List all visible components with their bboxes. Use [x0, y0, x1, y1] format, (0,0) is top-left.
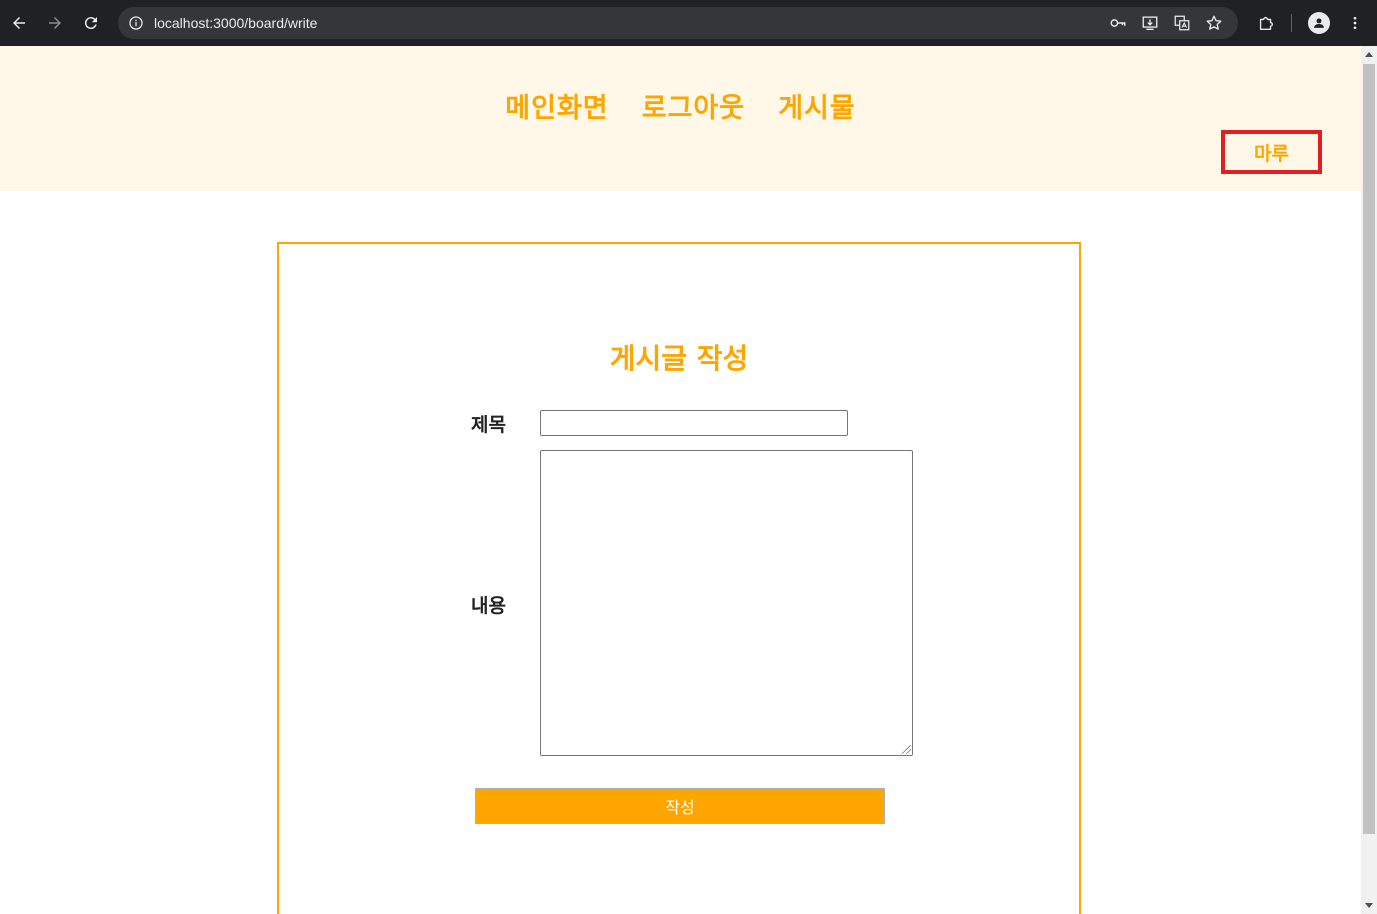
menu-item-board[interactable]: 게시물 [778, 86, 856, 125]
more-menu-icon[interactable] [1341, 9, 1369, 37]
forward-arrow-icon[interactable] [41, 9, 69, 37]
scroll-up-arrow-icon[interactable] [1365, 52, 1373, 57]
url-text[interactable]: localhost:3000/board/write [154, 14, 317, 32]
address-bar[interactable]: localhost:3000/board/write [118, 7, 1238, 39]
reload-icon[interactable] [77, 9, 105, 37]
page-scrollbar[interactable] [1361, 46, 1377, 914]
content-label: 내용 [471, 595, 506, 617]
resize-handle-icon[interactable] [902, 745, 911, 754]
site-header: 메인화면 로그아웃 게시물 마루 [0, 46, 1361, 191]
menu-item-logout[interactable]: 로그아웃 [642, 86, 745, 125]
scroll-down-arrow-icon[interactable] [1365, 903, 1373, 908]
write-form-panel: 게시글 작성 제목 내용 작성 [277, 242, 1081, 914]
menu-item-main[interactable]: 메인화면 [505, 86, 608, 125]
title-input[interactable] [540, 410, 848, 436]
page-viewport: 메인화면 로그아웃 게시물 마루 게시글 작성 제목 내용 작성 [0, 46, 1361, 914]
toolbar-divider [1291, 14, 1292, 32]
back-arrow-icon[interactable] [5, 9, 33, 37]
install-app-icon[interactable] [1140, 13, 1160, 33]
translate-icon[interactable] [1172, 13, 1192, 33]
user-name[interactable]: 마루 [1221, 130, 1322, 174]
profile-icon[interactable] [1305, 9, 1333, 37]
content-textarea[interactable] [540, 450, 913, 756]
submit-button[interactable]: 작성 [475, 788, 885, 824]
extensions-icon[interactable] [1252, 9, 1280, 37]
form-title: 게시글 작성 [609, 342, 749, 375]
password-key-icon[interactable] [1108, 13, 1128, 33]
bookmark-star-icon[interactable] [1204, 13, 1224, 33]
site-info-icon[interactable] [126, 13, 146, 33]
title-label: 제목 [471, 414, 506, 436]
main-menu: 메인화면 로그아웃 게시물 [0, 86, 1361, 125]
scrollbar-thumb[interactable] [1363, 64, 1375, 834]
browser-toolbar: localhost:3000/board/write [0, 0, 1377, 46]
